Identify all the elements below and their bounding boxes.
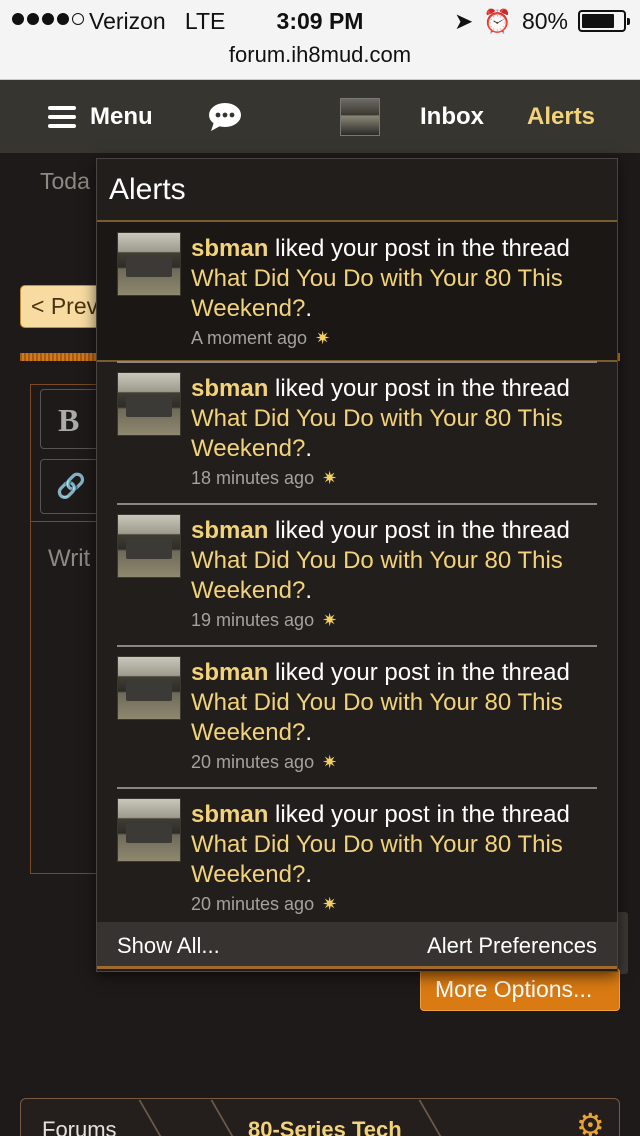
more-options-button[interactable]: More Options... [420, 968, 620, 1011]
avatar[interactable] [117, 514, 181, 578]
chat-bubble-icon [209, 102, 241, 131]
account-avatar-button[interactable] [340, 80, 380, 153]
popup-title: Alerts [109, 173, 186, 206]
alert-action: liked your post in the thread [275, 659, 570, 686]
alert-username[interactable]: sbman [191, 235, 268, 262]
alert-timestamp: 20 minutes ago ✷ [191, 752, 337, 773]
breadcrumb-forums[interactable]: Forums [42, 1117, 117, 1136]
alerts-popup: Alerts sbman liked your post in the thre… [96, 158, 618, 972]
alert-action: liked your post in the thread [275, 235, 570, 262]
alert-action: liked your post in the thread [275, 517, 570, 544]
hamburger-icon [48, 105, 76, 128]
show-all-link[interactable]: Show All... [117, 933, 220, 959]
alert-time-text: 19 minutes ago [191, 610, 315, 630]
avatar[interactable] [117, 798, 181, 862]
alert-text: sbman liked your post in the thread What… [191, 235, 570, 322]
alert-action: liked your post in the thread [275, 801, 570, 828]
battery-percent: 80% [521, 8, 568, 34]
alert-thread-link[interactable]: What Did You Do with Your 80 This Weeken… [191, 547, 563, 604]
alert-item[interactable]: sbman liked your post in the thread What… [97, 645, 617, 788]
menu-label: Menu [90, 102, 153, 130]
avatar[interactable] [117, 372, 181, 436]
alert-time-text: 20 minutes ago [191, 752, 315, 772]
battery-icon [578, 10, 630, 32]
bold-button[interactable]: B [40, 389, 100, 449]
location-arrow-icon: ➤ [454, 8, 474, 34]
alert-timestamp: 20 minutes ago ✷ [191, 894, 337, 915]
alert-thread-link[interactable]: What Did You Do with Your 80 This Weeken… [191, 831, 563, 888]
alert-text: sbman liked your post in the thread What… [191, 801, 570, 888]
chat-button[interactable] [208, 80, 242, 153]
alert-text: sbman liked your post in the thread What… [191, 517, 570, 604]
new-alert-sparkle-icon: ✷ [322, 894, 338, 914]
alert-action: liked your post in the thread [275, 375, 570, 402]
alert-time-text: A moment ago [191, 328, 308, 348]
alert-thread-link[interactable]: What Did You Do with Your 80 This Weeken… [191, 265, 563, 322]
date-heading: Toda [40, 168, 90, 194]
insert-link-button[interactable]: 🔗 [40, 459, 100, 514]
avatar [340, 97, 380, 136]
new-alert-sparkle-icon: ✷ [322, 610, 338, 630]
menu-button[interactable]: Menu [48, 80, 153, 153]
popup-footer: Show All... Alert Preferences [97, 922, 617, 969]
alert-timestamp: 19 minutes ago ✷ [191, 610, 337, 631]
alert-preferences-link[interactable]: Alert Preferences [427, 933, 597, 959]
new-alert-sparkle-icon: ✷ [322, 752, 338, 772]
alert-username[interactable]: sbman [191, 801, 268, 828]
alert-username[interactable]: sbman [191, 517, 268, 544]
alarm-clock-icon: ⏰ [483, 8, 512, 34]
ios-status-bar: Verizon LTE 3:09 PM ➤ ⏰ 80% forum.ih8mud… [0, 0, 640, 80]
address-bar[interactable]: forum.ih8mud.com [0, 42, 640, 68]
breadcrumb-80-series-tech[interactable]: 80-Series Tech [248, 1117, 402, 1136]
alert-username[interactable]: sbman [191, 659, 268, 686]
gear-icon[interactable]: ⚙ [576, 1106, 605, 1136]
alert-timestamp: 18 minutes ago ✷ [191, 468, 337, 489]
alert-item[interactable]: sbman liked your post in the thread What… [97, 787, 617, 922]
alerts-tab[interactable]: Alerts [527, 80, 595, 153]
alerts-list[interactable]: sbman liked your post in the thread What… [97, 222, 617, 922]
alert-thread-link[interactable]: What Did You Do with Your 80 This Weeken… [191, 689, 563, 746]
alert-item[interactable]: sbman liked your post in the thread What… [97, 503, 617, 646]
editor-placeholder[interactable]: Writ [48, 545, 90, 573]
avatar[interactable] [117, 232, 181, 296]
alert-timestamp: A moment ago ✷ [191, 328, 330, 349]
alert-text: sbman liked your post in the thread What… [191, 375, 570, 462]
link-icon: 🔗 [56, 473, 86, 500]
alert-time-text: 20 minutes ago [191, 894, 315, 914]
alert-item[interactable]: sbman liked your post in the thread What… [97, 222, 617, 362]
new-alert-sparkle-icon: ✷ [322, 468, 338, 488]
inbox-tab[interactable]: Inbox [420, 80, 484, 153]
alert-thread-link[interactable]: What Did You Do with Your 80 This Weeken… [191, 405, 563, 462]
alert-item[interactable]: sbman liked your post in the thread What… [97, 361, 617, 504]
forum-navbar: Menu Inbox Alerts [0, 80, 640, 153]
alert-text: sbman liked your post in the thread What… [191, 659, 570, 746]
avatar[interactable] [117, 656, 181, 720]
new-alert-sparkle-icon: ✷ [315, 328, 331, 348]
alert-username[interactable]: sbman [191, 375, 268, 402]
alert-time-text: 18 minutes ago [191, 468, 315, 488]
